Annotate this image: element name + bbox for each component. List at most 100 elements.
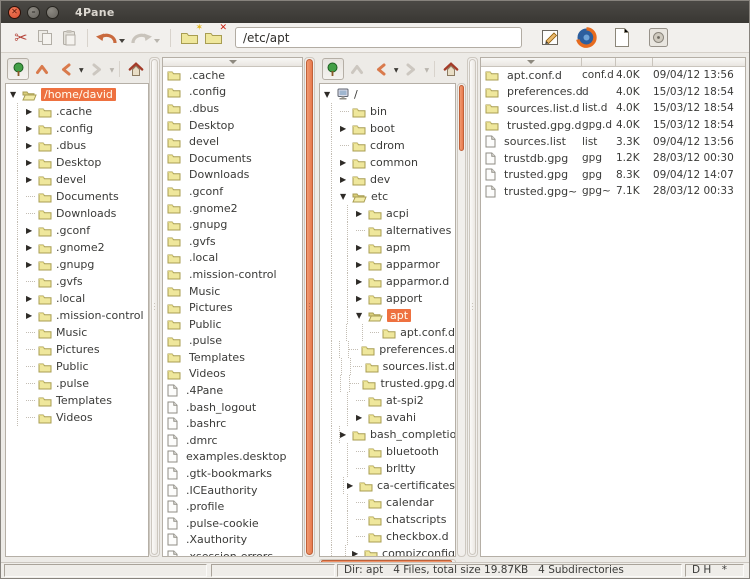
left-tree-scrollbar[interactable] [149,57,160,557]
up-directory-button[interactable] [346,58,368,80]
forward-button[interactable] [400,58,422,80]
tree-item[interactable]: ▼/ [320,86,455,103]
tree-expander-icon[interactable]: ▶ [26,260,38,269]
list-item[interactable]: .dmrc [163,432,302,449]
tree-item[interactable]: alternatives [320,222,455,239]
tree-item[interactable]: at-spi2 [320,392,455,409]
dirview-toggle-button[interactable] [7,58,29,80]
tree-item[interactable]: ▶common [320,154,455,171]
tree-expander-icon[interactable]: ▶ [26,175,38,184]
list-item[interactable]: Pictures [163,299,302,316]
tree-item[interactable]: ▼apt [320,307,455,324]
tree-item[interactable]: calendar [320,494,455,511]
copy-button[interactable] [33,26,57,50]
tree-item[interactable]: Videos [6,409,148,426]
tree-item[interactable]: .gvfs [6,273,148,290]
filename-column-header[interactable] [481,58,582,66]
paste-button[interactable] [57,26,81,50]
tree-item[interactable]: ▶apparmor.d [320,273,455,290]
list-item[interactable]: Public [163,316,302,333]
tree-expander-icon[interactable]: ▶ [352,549,364,556]
minimize-button[interactable]: – [27,6,40,19]
tree-item[interactable]: ▶Desktop [6,154,148,171]
tree-item[interactable]: ▶ca-certificates [320,477,455,494]
undo-button[interactable] [94,26,118,50]
tree-item[interactable]: ▼/home/david [6,86,148,103]
tree-item[interactable]: ▶.gnupg [6,256,148,273]
tree-item[interactable]: ▶.dbus [6,137,148,154]
table-row[interactable]: trustdb.gpggpg1.2K28/03/12 00:30 [481,150,745,167]
tree-item[interactable]: Downloads [6,205,148,222]
browser-button[interactable] [574,26,598,50]
right-list-scrollbar[interactable] [467,57,478,557]
back-button[interactable] [370,58,392,80]
tree-expander-icon[interactable]: ▶ [26,294,38,303]
tree-item[interactable]: trusted.gpg.d [320,375,455,392]
tree-expander-icon[interactable]: ▶ [26,243,38,252]
list-item[interactable]: Downloads [163,167,302,184]
list-item[interactable]: .bashrc [163,415,302,432]
tree-item[interactable]: Templates [6,392,148,409]
close-button[interactable]: ✕ [8,6,21,19]
tree-item[interactable]: ▶apparmor [320,256,455,273]
list-item[interactable]: .Xauthority [163,532,302,549]
redo-dropdown[interactable] [154,39,160,43]
list-item[interactable]: Videos [163,366,302,383]
list-item[interactable]: Documents [163,150,302,167]
list-item[interactable]: .bash_logout [163,399,302,416]
tree-expander-icon[interactable]: ▶ [356,243,368,252]
list-item[interactable]: .cache [163,67,302,84]
list-item[interactable]: .4Pane [163,382,302,399]
forward-button[interactable] [86,58,108,80]
tree-expander-icon[interactable]: ▶ [26,158,38,167]
tree-expander-icon[interactable]: ▶ [356,260,368,269]
mount-devices-button[interactable] [646,26,670,50]
table-row[interactable]: trusted.gpg~gpg~7.1K28/03/12 00:33 [481,183,745,200]
tree-item[interactable]: chatscripts [320,511,455,528]
right-tree-scrollbar[interactable] [457,83,466,557]
list-item[interactable]: .local [163,250,302,267]
home-button[interactable] [125,58,147,80]
tree-expander-icon[interactable]: ▶ [356,277,368,286]
tree-expander-icon[interactable]: ▶ [356,209,368,218]
left-list-scrollbar[interactable] [304,57,315,557]
list-item[interactable]: .ICEauthority [163,482,302,499]
tree-item[interactable]: bluetooth [320,443,455,460]
back-history-dropdown[interactable]: ▼ [79,67,84,74]
tree-item[interactable]: preferences.d [320,341,455,358]
tree-expander-icon[interactable]: ▶ [26,311,38,320]
list-item[interactable]: .gconf [163,183,302,200]
column-header[interactable] [481,58,745,67]
tree-item[interactable]: Documents [6,188,148,205]
table-row[interactable]: sources.list.dlist.d4.0K15/03/12 18:54 [481,100,745,117]
tree-item[interactable]: ▶bash_completion.d [320,426,455,443]
tree-item[interactable]: sources.list.d [320,358,455,375]
home-button[interactable] [440,58,462,80]
tree-item[interactable]: ▶apport [320,290,455,307]
tree-expander-icon[interactable]: ▶ [26,226,38,235]
list-item[interactable]: examples.desktop [163,449,302,466]
tree-expander-icon[interactable]: ▶ [340,158,352,167]
tree-item[interactable]: ▶devel [6,171,148,188]
path-input[interactable] [235,27,522,48]
list-item[interactable]: .profile [163,498,302,515]
table-row[interactable]: trusted.gpg.dgpg.d4.0K15/03/12 18:54 [481,117,745,134]
tree-item[interactable]: ▶apm [320,239,455,256]
tree-expander-icon[interactable]: ▶ [356,413,368,422]
tree-item[interactable]: Music [6,324,148,341]
redo-button[interactable] [129,26,153,50]
list-item[interactable]: .gnome2 [163,200,302,217]
column-header[interactable] [163,58,302,67]
tree-item[interactable]: ▶compizconfig [320,545,455,556]
ext-column-header[interactable] [582,58,616,66]
tree-item[interactable]: bin [320,103,455,120]
cut-button[interactable]: ✂ [9,26,33,50]
delete-button[interactable]: ✕ [201,26,225,50]
tree-expander-icon[interactable]: ▶ [26,107,38,116]
list-item[interactable]: .gnupg [163,216,302,233]
list-item[interactable]: Templates [163,349,302,366]
tree-expander-icon[interactable]: ▶ [356,294,368,303]
tree-item[interactable]: ▶avahi [320,409,455,426]
tree-expander-icon[interactable]: ▶ [26,141,38,150]
tree-expander-icon[interactable]: ▼ [356,311,368,320]
